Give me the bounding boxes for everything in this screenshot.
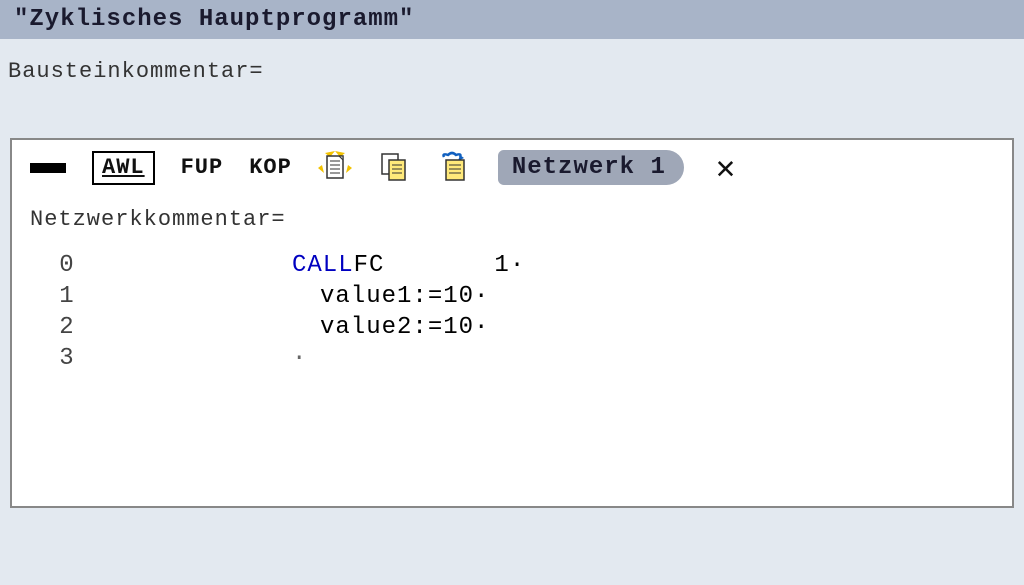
line-number: 1	[12, 283, 122, 310]
code-text: value1:=10·	[292, 283, 489, 310]
copy-icon[interactable]	[378, 151, 412, 185]
line-number: 2	[12, 314, 122, 341]
code-text: value2:=10·	[292, 314, 489, 341]
collapse-icon[interactable]	[30, 151, 66, 185]
title-bar: "Zyklisches Hauptprogramm"	[0, 0, 1024, 39]
network-comment-row: Netzwerkkommentar=	[12, 189, 1012, 240]
code-keyword: CALL	[292, 252, 354, 279]
program-title: "Zyklisches Hauptprogramm"	[14, 6, 414, 33]
network-toolbar: AWL FUP KOP	[12, 140, 1012, 189]
network-tab[interactable]: Netzwerk 1	[498, 150, 684, 185]
code-editor[interactable]: 0 CALL FC 1· 1 value1:=10· 2 value2:=10·…	[12, 240, 1012, 374]
awl-button[interactable]: AWL	[92, 151, 155, 185]
block-comment-value[interactable]	[0, 90, 1024, 130]
code-line[interactable]: 2 value2:=10·	[12, 312, 1012, 343]
network-panel: AWL FUP KOP	[10, 138, 1014, 508]
code-line[interactable]: 0 CALL FC 1·	[12, 250, 1012, 281]
code-line[interactable]: 3 ·	[12, 343, 1012, 374]
new-doc-icon[interactable]	[318, 151, 352, 185]
fup-button[interactable]: FUP	[181, 151, 224, 185]
network-comment-label: Netzwerkkommentar=	[30, 207, 286, 232]
paste-icon[interactable]	[438, 151, 472, 185]
close-icon[interactable]: ✕	[710, 151, 742, 185]
block-comment-row: Bausteinkommentar=	[0, 39, 1024, 90]
code-text: ·	[292, 345, 307, 372]
line-number: 3	[12, 345, 122, 372]
code-line[interactable]: 1 value1:=10·	[12, 281, 1012, 312]
code-text: FC	[354, 252, 385, 279]
kop-button[interactable]: KOP	[249, 151, 292, 185]
block-comment-label: Bausteinkommentar=	[8, 59, 264, 84]
line-number: 0	[12, 252, 122, 279]
code-param: 1·	[384, 252, 525, 279]
